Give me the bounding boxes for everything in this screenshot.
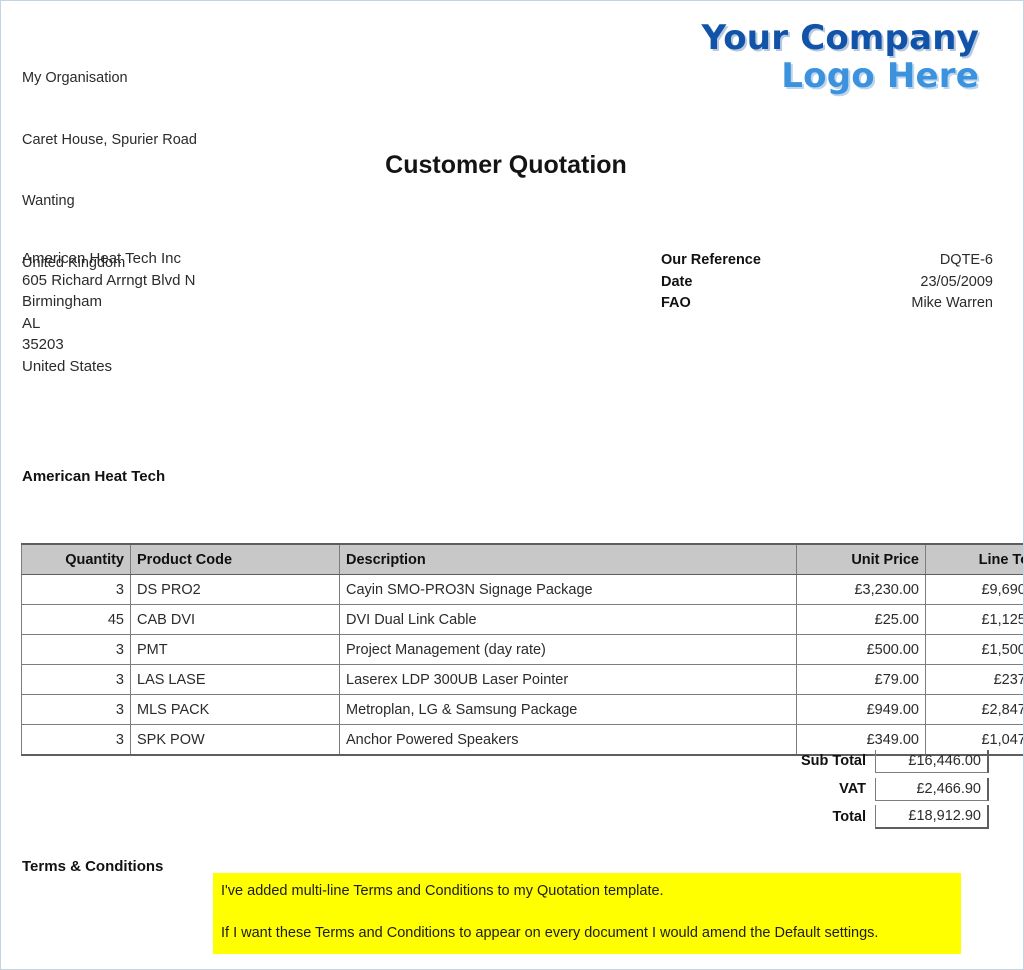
reference-value: Mike Warren	[911, 295, 993, 311]
totals-block: Sub Total £16,446.00 VAT £2,466.90 Total…	[601, 747, 989, 831]
cell-line-total: £9,690.00	[925, 574, 1023, 605]
reference-value: DQTE-6	[939, 252, 993, 268]
cell-product-code: DS PRO2	[130, 574, 340, 605]
line-items-header: Quantity Product Code Description Unit P…	[21, 543, 1023, 575]
cell-description: Laserex LDP 300UB Laser Pointer	[339, 664, 797, 695]
terms-and-conditions-label: Terms & Conditions	[22, 858, 164, 875]
cell-product-code: LAS LASE	[130, 664, 340, 695]
totals-label: Total	[832, 809, 866, 825]
cell-description: Project Management (day rate)	[339, 634, 797, 665]
reference-label: Date	[661, 273, 693, 290]
cell-quantity: 3	[21, 574, 131, 605]
totals-label: VAT	[839, 781, 866, 797]
logo-line-secondary: Logo Here	[781, 56, 979, 96]
cell-quantity: 45	[21, 604, 131, 635]
reference-label: Our Reference	[661, 252, 761, 268]
terms-paragraph: I've added multi-line Terms and Conditio…	[221, 883, 664, 899]
table-row: 3 PMT Project Management (day rate) £500…	[21, 634, 1023, 665]
terms-and-conditions-highlight: I've added multi-line Terms and Conditio…	[213, 873, 961, 954]
cell-unit-price: £949.00	[796, 694, 926, 725]
customer-address-line: American Heat Tech Inc	[22, 250, 181, 267]
organisation-address-line: My Organisation	[22, 70, 128, 86]
cell-line-total: £237.00	[925, 664, 1023, 695]
table-header-row: Quantity Product Code Description Unit P…	[21, 543, 1023, 575]
cell-product-code: SPK POW	[130, 724, 340, 756]
company-logo: Your Company Logo Here	[702, 19, 979, 95]
reference-row: FAO Mike Warren	[661, 293, 993, 315]
organisation-address-line: Caret House, Spurier Road	[22, 131, 197, 148]
logo-line-primary: Your Company	[701, 18, 979, 58]
cell-description: DVI Dual Link Cable	[339, 604, 797, 635]
customer-address-line: 35203	[22, 336, 64, 353]
customer-address-line: United States	[22, 357, 113, 375]
customer-address-line: 605 Richard Arrngt Blvd N	[22, 271, 196, 289]
customer-address: American Heat Tech Inc 605 Richard Arrng…	[22, 248, 195, 377]
cell-unit-price: £25.00	[796, 604, 926, 635]
reference-block: Our Reference DQTE-6 Date 23/05/2009 FAO…	[661, 250, 993, 315]
column-header-quantity: Quantity	[21, 543, 131, 575]
reference-row: Date 23/05/2009	[661, 272, 993, 294]
cell-unit-price: £79.00	[796, 664, 926, 695]
cell-product-code: PMT	[130, 634, 340, 665]
cell-product-code: CAB DVI	[130, 604, 340, 635]
quotation-document-page: My Organisation Caret House, Spurier Roa…	[0, 0, 1024, 970]
cell-description: Cayin SMO-PRO3N Signage Package	[339, 574, 797, 605]
cell-line-total: £2,847.00	[925, 694, 1023, 725]
totals-row-vat: VAT £2,466.90	[601, 775, 989, 803]
totals-label: Sub Total	[801, 753, 866, 769]
table-row: 45 CAB DVI DVI Dual Link Cable £25.00 £1…	[21, 604, 1023, 635]
totals-row-total: Total £18,912.90	[601, 803, 989, 831]
reference-label: FAO	[661, 295, 691, 311]
totals-row-sub-total: Sub Total £16,446.00	[601, 747, 989, 775]
cell-line-total: £1,125.00	[925, 604, 1023, 635]
customer-address-line: Birmingham	[22, 293, 103, 310]
reference-row: Our Reference DQTE-6	[661, 250, 993, 272]
cell-quantity: 3	[21, 634, 131, 665]
organisation-address-line: Wanting	[22, 193, 75, 209]
cell-line-total: £1,500.00	[925, 634, 1023, 665]
column-header-line-total: Line Total	[925, 543, 1023, 575]
page-title: Customer Quotation	[385, 151, 627, 179]
column-header-description: Description	[339, 543, 797, 575]
cell-product-code: MLS PACK	[130, 694, 340, 725]
column-header-product-code: Product Code	[130, 543, 340, 575]
line-items-table: Quantity Product Code Description Unit P…	[21, 543, 1023, 756]
totals-value: £16,446.00	[875, 749, 989, 773]
cell-unit-price: £500.00	[796, 634, 926, 665]
table-row: 3 LAS LASE Laserex LDP 300UB Laser Point…	[21, 664, 1023, 695]
cell-quantity: 3	[21, 694, 131, 725]
cell-unit-price: £3,230.00	[796, 574, 926, 605]
terms-paragraph-gap	[221, 902, 953, 923]
table-row: 3 DS PRO2 Cayin SMO-PRO3N Signage Packag…	[21, 574, 1023, 605]
terms-paragraph: If I want these Terms and Conditions to …	[221, 925, 879, 941]
totals-value: £2,466.90	[875, 777, 989, 801]
customer-name-heading: American Heat Tech	[22, 468, 166, 485]
cell-quantity: 3	[21, 724, 131, 756]
table-row: 3 MLS PACK Metroplan, LG & Samsung Packa…	[21, 694, 1023, 725]
cell-quantity: 3	[21, 664, 131, 695]
line-items-body: 3 DS PRO2 Cayin SMO-PRO3N Signage Packag…	[21, 574, 1023, 756]
document-body: My Organisation Caret House, Spurier Roa…	[1, 1, 1023, 969]
customer-address-line: AL	[22, 314, 41, 332]
reference-value: 23/05/2009	[920, 273, 993, 290]
cell-description: Metroplan, LG & Samsung Package	[339, 694, 797, 725]
column-header-unit-price: Unit Price	[796, 543, 926, 575]
totals-value: £18,912.90	[875, 805, 989, 829]
